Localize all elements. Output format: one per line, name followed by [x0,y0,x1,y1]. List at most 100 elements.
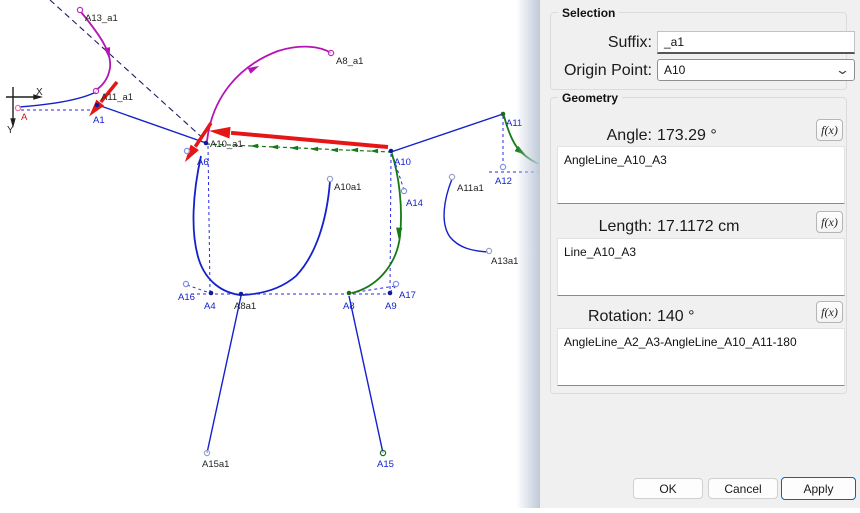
point-label-A4[interactable]: A4 [204,301,216,312]
arrowhead-icon [350,148,358,153]
point-A13a1[interactable] [486,248,491,253]
point-A11a1[interactable] [449,174,454,179]
point-A10[interactable] [389,149,394,154]
curve-A10a1-A8a1[interactable] [243,181,330,295]
point-A9[interactable] [388,291,393,296]
point-A11_a1[interactable] [93,88,98,93]
rotation-formula-button[interactable]: f(x) [816,301,843,323]
angle-value: 173.29 ° [657,127,717,145]
point-label-A10[interactable]: A10 [394,157,411,168]
point-label-A14[interactable]: A14 [406,198,423,209]
point-label-A11a1[interactable]: A11a1 [457,183,484,194]
curve-A6-A8a1[interactable] [193,156,241,295]
origin-point-select[interactable]: A10 ⌄ [657,59,855,81]
origin-point-label: Origin Point: [540,62,652,80]
dashed-A10-A9 [390,154,391,292]
drawing-canvas[interactable]: A A13_a1 A11_a1 A1 A8_a1 A10_a1A6 A10a1 A10 A14 A… [0,0,540,508]
angle-formula-field[interactable]: AngleLine_A10_A3 [557,146,845,204]
point-A11[interactable] [501,112,506,117]
chevron-down-icon: ⌄ [835,65,850,75]
line-A10-A11[interactable] [391,114,503,152]
point-label-A15[interactable]: A15 [377,459,394,470]
point-A8[interactable] [347,291,352,296]
point-label-A13_a1[interactable]: A13_a1 [85,13,118,24]
point-A8_a1[interactable] [328,50,333,55]
suffix-input[interactable]: _a1 [657,31,855,54]
point-A10_a1[interactable] [204,141,209,146]
point-A15[interactable] [380,450,385,455]
arrowhead-icon [290,146,298,151]
point-A13_a1[interactable] [77,7,82,12]
point-label-A9[interactable]: A9 [385,301,397,312]
apply-button[interactable]: Apply [781,477,856,500]
point-label-A1[interactable]: A1 [93,115,105,126]
point-A[interactable] [15,105,20,110]
cancel-button[interactable]: Cancel [708,478,778,499]
point-label-A6[interactable]: A6 [197,157,209,168]
point-label-A16[interactable]: A16 [178,292,195,303]
arrowhead-icon [248,63,261,74]
point-label-A8[interactable]: A8 [343,301,355,312]
point-label-A12[interactable]: A12 [495,176,512,187]
fx-icon: f(x) [821,305,838,320]
axis-label-X: X [36,87,43,98]
suffix-value: _a1 [664,35,684,49]
rotation-label: Rotation: [540,308,652,326]
point-label-A13a1[interactable]: A13a1 [491,256,518,267]
point-A1[interactable] [95,103,100,108]
point-A17[interactable] [393,281,398,286]
length-label: Length: [540,218,652,236]
arrowhead-icon [270,145,278,150]
suffix-label: Suffix: [540,34,652,52]
rotation-value: 140 ° [657,308,695,326]
arrowhead-icon [104,47,113,59]
point-A12[interactable] [500,164,505,169]
point-A4[interactable] [209,291,214,296]
rotation-formula-text: AngleLine_A2_A3-AngleLine_A10_A11-180 [564,335,797,349]
point-label-A8_a1[interactable]: A8_a1 [336,56,363,67]
arrowhead-icon [250,144,258,149]
length-formula-text: Line_A10_A3 [564,245,636,259]
point-A14[interactable] [401,188,406,193]
line-A8-A15[interactable] [349,296,383,453]
line-A1-A3[interactable] [98,105,206,143]
point-A16[interactable] [183,281,188,286]
magenta-curve-A8a1[interactable] [207,47,331,141]
point-A15a1[interactable] [204,450,209,455]
length-value: 17.1172 cm [657,218,739,236]
length-formula-field[interactable]: Line_A10_A3 [557,238,845,296]
construction-dashed-line [50,0,206,141]
point-label-A17[interactable]: A17 [399,290,416,301]
axis-label-Y: Y [7,125,14,136]
point-A6[interactable] [184,148,189,153]
selection-group-title: Selection [558,6,619,20]
curve-A-A1[interactable] [19,92,96,107]
point-label-A11_a1[interactable]: A11_a1 [101,92,133,103]
angle-label: Angle: [540,127,652,145]
point-A10a1[interactable] [327,176,332,181]
point-label-A[interactable]: A [21,112,28,123]
green-curve-A10-A8[interactable] [352,154,401,293]
rotation-formula-field[interactable]: AngleLine_A2_A3-AngleLine_A10_A11-180 [557,328,845,386]
fx-icon: f(x) [821,123,838,138]
length-formula-button[interactable]: f(x) [816,211,843,233]
point-A8a1[interactable] [239,292,244,297]
angle-formula-text: AngleLine_A10_A3 [564,153,667,167]
pattern-drawing[interactable]: A A13_a1 A11_a1 A1 A8_a1 A10_a1A6 A10a1 A10 A14 A… [0,0,540,508]
red-arrow-long-head [209,125,231,139]
arrowhead-icon [310,147,318,152]
point-label-A15a1[interactable]: A15a1 [202,459,229,470]
arrowhead-icon [395,228,402,240]
ok-button[interactable]: OK [633,478,703,499]
line-A8a1-A15a1[interactable] [207,296,241,453]
canvas-edge-shadow [516,0,540,508]
point-label-A10_a1[interactable]: A10_a1 [210,139,243,150]
point-label-A10a1[interactable]: A10a1 [334,182,361,193]
origin-point-value: A10 [664,63,685,77]
angle-formula-button[interactable]: f(x) [816,119,843,141]
geometry-group-title: Geometry [558,91,622,105]
fx-icon: f(x) [821,215,838,230]
arrowhead-icon [370,149,378,154]
point-label-A8a1[interactable]: A8a1 [234,301,256,312]
arrowhead-icon [330,148,338,153]
